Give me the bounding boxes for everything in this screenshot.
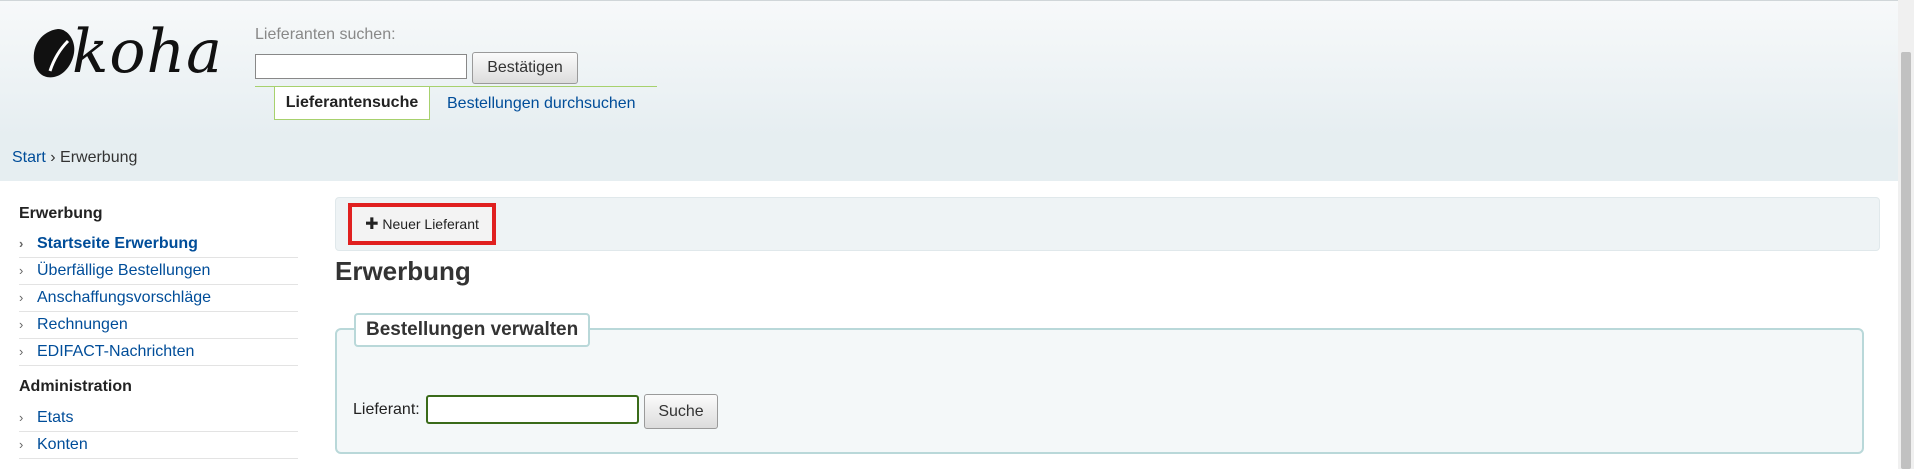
header: koha Lieferanten suchen: Bestätigen Lief… [0, 0, 1898, 136]
page-title: Erwerbung [335, 256, 471, 286]
tab-vendor-search[interactable]: Lieferantensuche [274, 87, 430, 120]
logo-text: koha [72, 17, 223, 87]
tab-search-orders[interactable]: Bestellungen durchsuchen [447, 95, 636, 113]
scrollbar-thumb[interactable] [1901, 52, 1911, 469]
breadcrumb-separator: › [45, 149, 61, 166]
sidebar-item-edifact[interactable]: › EDIFACT-Nachrichten [19, 339, 298, 366]
vendor-label: Lieferant: [353, 401, 420, 418]
breadcrumb-home-link[interactable]: Start [12, 149, 46, 166]
manage-orders-legend: Bestellungen verwalten [354, 313, 591, 347]
sidebar-item-late-orders[interactable]: › Überfällige Bestellungen [19, 258, 298, 285]
vendor-field[interactable] [426, 395, 639, 424]
new-vendor-label: Neuer Lieferant [382, 216, 479, 232]
chevron-right-icon: › [19, 437, 24, 452]
sidebar-item-funds[interactable]: › Konten [19, 432, 298, 459]
sidebar-item-label: Rechnungen [37, 316, 128, 333]
chevron-right-icon: › [19, 317, 24, 332]
confirm-search-button[interactable]: Bestätigen [472, 52, 578, 84]
sidebar-item-label: Konten [37, 436, 88, 453]
breadcrumb-current: Erwerbung [60, 149, 138, 166]
scrollbar[interactable] [1898, 0, 1914, 469]
sidebar-item-label: Etats [37, 409, 74, 426]
sidebar-heading-acquisitions: Erwerbung [19, 205, 103, 222]
sidebar-item-label: Startseite Erwerbung [37, 235, 198, 252]
sidebar-item-label: EDIFACT-Nachrichten [37, 343, 195, 360]
koha-logo[interactable]: koha [28, 17, 222, 87]
sidebar-item-label: Anschaffungsvorschläge [37, 289, 212, 306]
sidebar: Erwerbung › Startseite Erwerbung › Überfäl… [0, 181, 300, 469]
sidebar-item-acquisitions-home[interactable]: › Startseite Erwerbung [19, 231, 298, 258]
chevron-right-icon: › [19, 236, 24, 251]
chevron-right-icon: › [19, 410, 24, 425]
sidebar-item-invoices[interactable]: › Rechnungen [19, 312, 298, 339]
new-vendor-button[interactable]: ✚ Neuer Lieferant [348, 203, 496, 245]
toolbar [335, 197, 1880, 251]
breadcrumb: Start › Erwerbung [0, 135, 1898, 181]
vendor-search-label: Lieferanten suchen: [255, 26, 396, 43]
sidebar-item-budgets[interactable]: › Etats [19, 405, 298, 432]
sidebar-item-suggestions[interactable]: › Anschaffungsvorschläge [19, 285, 298, 312]
plus-icon: ✚ [365, 216, 379, 233]
chevron-right-icon: › [19, 344, 24, 359]
vendor-search-button[interactable]: Suche [644, 394, 718, 429]
sidebar-heading-administration: Administration [19, 378, 132, 395]
chevron-right-icon: › [19, 263, 24, 278]
sidebar-item-label: Überfällige Bestellungen [37, 262, 211, 279]
chevron-right-icon: › [19, 290, 24, 305]
vendor-search-input[interactable] [255, 54, 467, 79]
